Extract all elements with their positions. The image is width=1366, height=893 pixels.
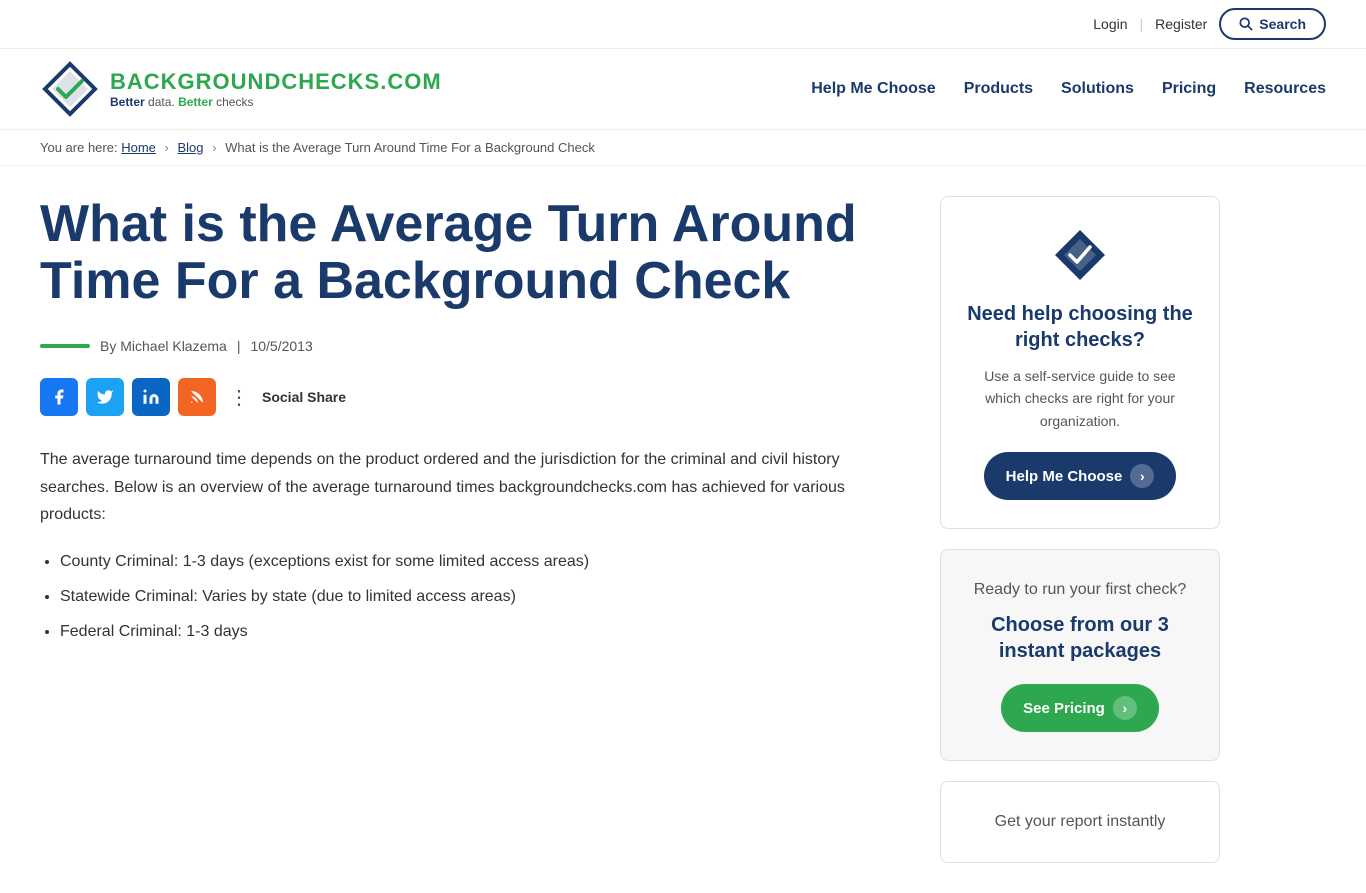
card1-desc: Use a self-service guide to see which ch… bbox=[965, 365, 1195, 432]
pricing-arrow-icon: › bbox=[1113, 696, 1137, 720]
sidebar: Need help choosing the right checks? Use… bbox=[940, 196, 1220, 863]
linkedin-icon bbox=[142, 388, 160, 406]
sidebar-card-pricing: Ready to run your first check? Choose fr… bbox=[940, 549, 1220, 761]
nav-products[interactable]: Products bbox=[964, 80, 1033, 98]
article-meta: By Michael Klazema | 10/5/2013 bbox=[40, 338, 900, 354]
register-link[interactable]: Register bbox=[1155, 16, 1207, 32]
nav-help-me-choose[interactable]: Help Me Choose bbox=[811, 80, 935, 98]
article-list: County Criminal: 1-3 days (exceptions ex… bbox=[60, 548, 900, 646]
article-separator: | bbox=[237, 338, 241, 354]
help-me-choose-button[interactable]: Help Me Choose › bbox=[984, 452, 1177, 500]
breadcrumb-current: What is the Average Turn Around Time For… bbox=[225, 140, 595, 155]
twitter-icon bbox=[96, 388, 114, 406]
list-item: Federal Criminal: 1-3 days bbox=[60, 618, 900, 645]
article-author: By Michael Klazema bbox=[100, 338, 227, 354]
main-nav: Help Me Choose Products Solutions Pricin… bbox=[811, 80, 1326, 98]
more-share-button[interactable]: ⋮ bbox=[224, 382, 254, 412]
sidebar-card-instant: Get your report instantly bbox=[940, 781, 1220, 863]
breadcrumb-sep2: › bbox=[212, 140, 216, 155]
list-item: Statewide Criminal: Varies by state (due… bbox=[60, 583, 900, 610]
page-content: What is the Average Turn Around Time For… bbox=[0, 166, 1366, 893]
logo-diamond-icon bbox=[40, 59, 100, 119]
twitter-share-button[interactable] bbox=[86, 378, 124, 416]
top-bar: Login | Register Search bbox=[0, 0, 1366, 49]
article-title: What is the Average Turn Around Time For… bbox=[40, 196, 900, 310]
card-diamond-icon bbox=[1050, 225, 1110, 285]
card1-title: Need help choosing the right checks? bbox=[965, 301, 1195, 353]
sidebar-card-help: Need help choosing the right checks? Use… bbox=[940, 196, 1220, 529]
card3-title: Get your report instantly bbox=[965, 810, 1195, 834]
arrow-icon: › bbox=[1130, 464, 1154, 488]
accent-line bbox=[40, 344, 90, 348]
list-item: County Criminal: 1-3 days (exceptions ex… bbox=[60, 548, 900, 575]
breadcrumb-sep1: › bbox=[165, 140, 169, 155]
article-area: What is the Average Turn Around Time For… bbox=[40, 196, 900, 863]
nav-solutions[interactable]: Solutions bbox=[1061, 80, 1134, 98]
social-share-label: Social Share bbox=[262, 389, 346, 405]
facebook-share-button[interactable] bbox=[40, 378, 78, 416]
breadcrumb-blog[interactable]: Blog bbox=[178, 140, 204, 155]
logo-text: BACKGROUNDCHECKS.COM Better data. Better… bbox=[110, 69, 442, 109]
login-link[interactable]: Login bbox=[1093, 16, 1127, 32]
article-paragraph: The average turnaround time depends on t… bbox=[40, 446, 900, 528]
facebook-icon bbox=[50, 388, 68, 406]
card2-title: Choose from our 3 instant packages bbox=[965, 612, 1195, 664]
search-button[interactable]: Search bbox=[1219, 8, 1326, 40]
logo-area[interactable]: BACKGROUNDCHECKS.COM Better data. Better… bbox=[40, 59, 442, 119]
social-bar: ⋮ Social Share bbox=[40, 378, 900, 416]
article-body: The average turnaround time depends on t… bbox=[40, 446, 900, 645]
rss-icon bbox=[188, 388, 206, 406]
article-date: 10/5/2013 bbox=[250, 338, 312, 354]
breadcrumb-home[interactable]: Home bbox=[121, 140, 156, 155]
card2-pre-title: Ready to run your first check? bbox=[965, 578, 1195, 602]
site-header: BACKGROUNDCHECKS.COM Better data. Better… bbox=[0, 49, 1366, 130]
linkedin-share-button[interactable] bbox=[132, 378, 170, 416]
see-pricing-button[interactable]: See Pricing › bbox=[1001, 684, 1159, 732]
logo-tagline: Better data. Better checks bbox=[110, 95, 442, 109]
rss-share-button[interactable] bbox=[178, 378, 216, 416]
breadcrumb: You are here: Home › Blog › What is the … bbox=[0, 130, 1366, 166]
top-bar-separator: | bbox=[1140, 16, 1144, 32]
nav-pricing[interactable]: Pricing bbox=[1162, 80, 1216, 98]
logo-brand: BACKGROUNDCHECKS.COM bbox=[110, 69, 442, 95]
search-icon bbox=[1239, 17, 1253, 31]
nav-resources[interactable]: Resources bbox=[1244, 80, 1326, 98]
